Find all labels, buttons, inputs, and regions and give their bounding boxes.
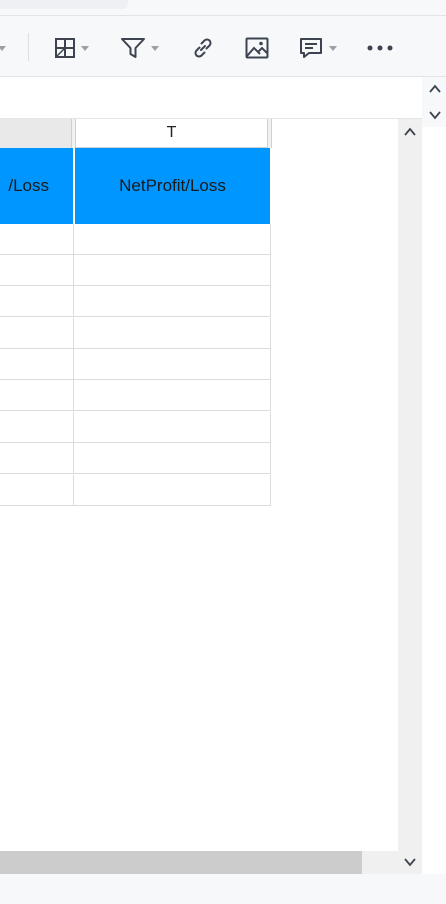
table-border-icon bbox=[55, 38, 75, 58]
more-icon bbox=[367, 45, 393, 51]
table-row[interactable] bbox=[0, 412, 271, 443]
table-row[interactable] bbox=[0, 318, 271, 349]
table-row[interactable] bbox=[0, 255, 271, 286]
link-icon bbox=[194, 38, 212, 58]
spreadsheet-app: T /Loss NetProfit/Loss bbox=[0, 0, 446, 904]
table-row[interactable] bbox=[0, 443, 271, 474]
image-button[interactable] bbox=[244, 34, 270, 62]
table-row[interactable] bbox=[0, 224, 271, 255]
filter-icon bbox=[121, 38, 145, 58]
toolbar bbox=[0, 17, 446, 77]
horizontal-scrollbar[interactable] bbox=[0, 851, 398, 874]
chevron-down-icon[interactable] bbox=[403, 855, 417, 869]
link-button[interactable] bbox=[190, 34, 216, 62]
status-area bbox=[0, 874, 446, 904]
table-row[interactable] bbox=[0, 286, 271, 317]
table-row[interactable] bbox=[0, 349, 271, 380]
chevron-down-icon bbox=[151, 45, 159, 51]
tab-strip bbox=[0, 0, 446, 16]
chevron-up-icon[interactable] bbox=[429, 83, 441, 95]
tab-tail[interactable] bbox=[0, 0, 128, 9]
image-icon bbox=[245, 37, 269, 59]
column-resize-handle[interactable] bbox=[268, 119, 272, 148]
scroll-gutter bbox=[422, 127, 446, 874]
column-header-t[interactable]: T bbox=[75, 119, 268, 148]
horizontal-scroll-thumb[interactable] bbox=[0, 851, 362, 874]
column-header-s[interactable] bbox=[0, 119, 72, 148]
chevron-up-icon[interactable] bbox=[403, 125, 417, 139]
chevron-down-icon[interactable] bbox=[429, 109, 441, 121]
vertical-scrollbar[interactable] bbox=[398, 119, 422, 874]
filter-button[interactable] bbox=[120, 34, 159, 62]
cell-header-netprofit[interactable]: NetProfit/Loss bbox=[75, 148, 270, 224]
chevron-down-icon bbox=[329, 45, 337, 51]
formula-bar-input[interactable] bbox=[0, 77, 422, 119]
column-header-row: T bbox=[0, 119, 272, 148]
toolbar-caret-left[interactable] bbox=[0, 34, 6, 62]
table-row[interactable] bbox=[0, 380, 271, 411]
border-button[interactable] bbox=[54, 34, 89, 62]
more-button[interactable] bbox=[366, 34, 394, 62]
formula-bar-scroll bbox=[422, 77, 446, 127]
table-row[interactable] bbox=[0, 475, 271, 506]
sheet-grid[interactable]: T /Loss NetProfit/Loss bbox=[0, 119, 398, 851]
header-row: /Loss NetProfit/Loss bbox=[0, 148, 270, 224]
comment-icon bbox=[300, 38, 322, 58]
toolbar-separator bbox=[28, 33, 29, 61]
cell-header-partial[interactable]: /Loss bbox=[0, 148, 73, 224]
comment-button[interactable] bbox=[298, 34, 337, 62]
chevron-down-icon bbox=[81, 45, 89, 51]
